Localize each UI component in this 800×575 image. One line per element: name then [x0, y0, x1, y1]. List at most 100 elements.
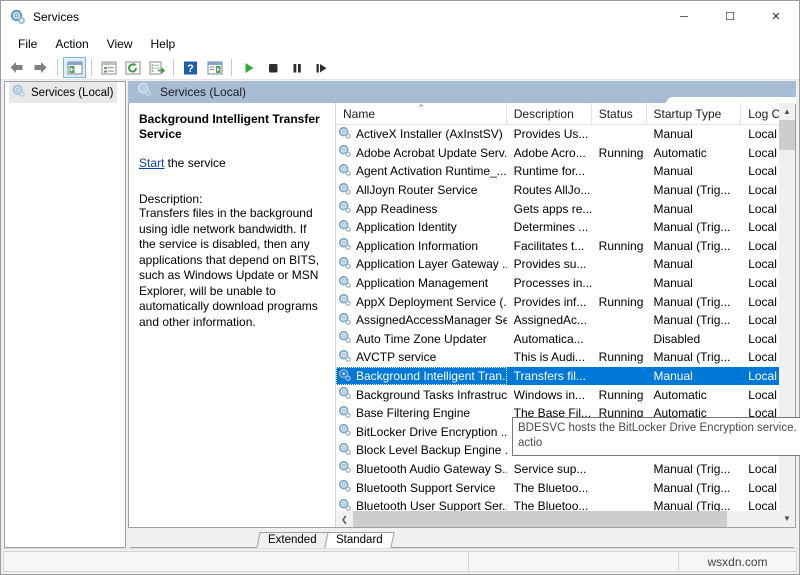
table-row[interactable]: App ReadinessGets apps re...ManualLocal …: [336, 199, 795, 218]
table-row[interactable]: ActiveX Installer (AxInstSV)Provides Us.…: [336, 125, 795, 144]
cell-startup-type: Manual (Trig...: [646, 460, 741, 479]
minimize-button[interactable]: ─: [661, 1, 707, 32]
cell-description: Provides inf...: [507, 292, 592, 311]
table-row[interactable]: AVCTP serviceThis is Audi...RunningManua…: [336, 348, 795, 367]
services-gear-icon: [137, 82, 152, 102]
horizontal-scrollbar[interactable]: ❮ ❯: [336, 511, 795, 527]
show-action-pane-icon[interactable]: [203, 57, 226, 78]
toolbar-separator: [57, 59, 58, 76]
cell-description: The Bluetoo...: [507, 497, 592, 511]
export-list-icon[interactable]: [145, 57, 168, 78]
menu-help[interactable]: Help: [142, 34, 185, 54]
service-name: Bluetooth Audio Gateway S...: [356, 462, 507, 476]
cell-name: ActiveX Installer (AxInstSV): [336, 125, 507, 144]
service-name: Application Layer Gateway ...: [356, 257, 507, 271]
scroll-left-arrow-icon[interactable]: ❮: [336, 511, 353, 527]
table-row[interactable]: Application IdentityDetermines ...Manual…: [336, 218, 795, 237]
services-gear-icon: [338, 479, 352, 496]
cell-startup-type: Manual (Trig...: [646, 348, 741, 367]
cell-startup-type: Manual: [646, 255, 741, 274]
service-name: Base Filtering Engine: [356, 406, 470, 420]
tab-extended[interactable]: Extended: [256, 532, 328, 548]
toolbar-separator: [231, 59, 232, 76]
menu-file[interactable]: File: [9, 34, 46, 54]
table-row[interactable]: Background Intelligent Tran...Transfers …: [336, 367, 795, 386]
table-row[interactable]: AppX Deployment Service (...Provides inf…: [336, 292, 795, 311]
cell-name: Agent Activation Runtime_...: [336, 162, 507, 181]
properties-icon[interactable]: [97, 57, 120, 78]
scroll-down-arrow-icon[interactable]: ▼: [779, 510, 795, 527]
cell-startup-type: Manual (Trig...: [646, 181, 741, 200]
vscroll-thumb[interactable]: [779, 120, 795, 150]
table-row[interactable]: Application Layer Gateway ...Provides su…: [336, 255, 795, 274]
detail-action-suffix: the service: [164, 156, 225, 170]
restart-service-icon[interactable]: [309, 57, 332, 78]
cell-status: Running: [592, 385, 647, 404]
help-icon[interactable]: ?: [179, 57, 202, 78]
show-hide-console-tree-icon[interactable]: [63, 57, 86, 78]
table-row[interactable]: Application InformationFacilitates t...R…: [336, 237, 795, 256]
forward-arrow-icon[interactable]: [29, 57, 52, 78]
cell-name: Application Layer Gateway ...: [336, 255, 507, 274]
menu-action[interactable]: Action: [46, 34, 97, 54]
service-name: AVCTP service: [356, 350, 436, 364]
column-header-startup-type[interactable]: Startup Type: [647, 103, 742, 125]
service-name: AppX Deployment Service (...: [356, 295, 507, 309]
maximize-button[interactable]: ☐: [707, 1, 753, 32]
tab-label: Extended: [268, 534, 317, 546]
menu-view[interactable]: View: [98, 34, 142, 54]
cell-name: BitLocker Drive Encryption ...: [336, 423, 507, 442]
vertical-scrollbar[interactable]: ▲ ▼: [779, 103, 795, 527]
table-row[interactable]: Auto Time Zone UpdaterAutomatica...Disab…: [336, 330, 795, 349]
services-gear-icon: [338, 275, 352, 292]
window-controls: ─ ☐ ✕: [661, 1, 799, 32]
column-header-status[interactable]: Status: [592, 103, 647, 125]
service-name: Bluetooth Support Service: [356, 481, 495, 495]
column-header-label: Description: [514, 107, 574, 121]
column-header-name[interactable]: ⌃ Name: [336, 103, 507, 125]
table-row[interactable]: AllJoyn Router ServiceRoutes AllJo...Man…: [336, 181, 795, 200]
service-name: Adobe Acrobat Update Serv...: [356, 146, 507, 160]
hscroll-thumb[interactable]: [353, 511, 727, 527]
cell-startup-type: Disabled: [646, 330, 741, 349]
table-row[interactable]: Application ManagementProcesses in...Man…: [336, 274, 795, 293]
cell-name: Application Identity: [336, 218, 507, 237]
table-row[interactable]: Bluetooth User Support Ser...The Bluetoo…: [336, 497, 795, 511]
column-header-description[interactable]: Description: [507, 103, 592, 125]
cell-description: Provides Us...: [507, 125, 592, 144]
table-row[interactable]: Background Tasks Infrastruc...Windows in…: [336, 385, 795, 404]
start-service-link[interactable]: Start: [139, 156, 164, 170]
scroll-up-arrow-icon[interactable]: ▲: [779, 103, 795, 120]
toolbar: ?: [1, 56, 799, 80]
services-gear-icon: [338, 498, 352, 511]
window-title: Services: [33, 10, 79, 24]
table-row[interactable]: AssignedAccessManager Se...AssignedAc...…: [336, 311, 795, 330]
cell-status: [592, 162, 647, 181]
table-row[interactable]: Bluetooth Support ServiceThe Bluetoo...M…: [336, 478, 795, 497]
table-row[interactable]: Adobe Acrobat Update Serv...Adobe Acro..…: [336, 144, 795, 163]
hscroll-track[interactable]: [353, 511, 778, 527]
services-gear-icon: [338, 144, 352, 161]
detail-action-line: Start the service: [139, 156, 323, 170]
tree-item-services-local[interactable]: Services (Local): [9, 82, 117, 103]
refresh-icon[interactable]: [121, 57, 144, 78]
cell-name: Auto Time Zone Updater: [336, 330, 507, 349]
cell-status: Running: [592, 144, 647, 163]
service-name: Block Level Backup Engine ...: [356, 443, 507, 457]
pause-service-icon[interactable]: [285, 57, 308, 78]
cell-status: [592, 218, 647, 237]
cell-name: Bluetooth Support Service: [336, 478, 507, 497]
status-bar: wsxdn.com: [1, 548, 799, 574]
back-arrow-icon[interactable]: [5, 57, 28, 78]
stop-service-icon[interactable]: [261, 57, 284, 78]
services-window: Services ─ ☐ ✕ File Action View Help: [0, 0, 800, 575]
tab-standard[interactable]: Standard: [324, 532, 394, 548]
table-row[interactable]: Agent Activation Runtime_...Runtime for.…: [336, 162, 795, 181]
close-button[interactable]: ✕: [753, 1, 799, 32]
start-service-icon[interactable]: [237, 57, 260, 78]
cell-name: AllJoyn Router Service: [336, 181, 507, 200]
cell-startup-type: Manual (Trig...: [646, 237, 741, 256]
table-row[interactable]: Bluetooth Audio Gateway S...Service sup.…: [336, 460, 795, 479]
cell-name: Background Tasks Infrastruc...: [336, 385, 507, 404]
services-gear-icon: [338, 293, 352, 310]
